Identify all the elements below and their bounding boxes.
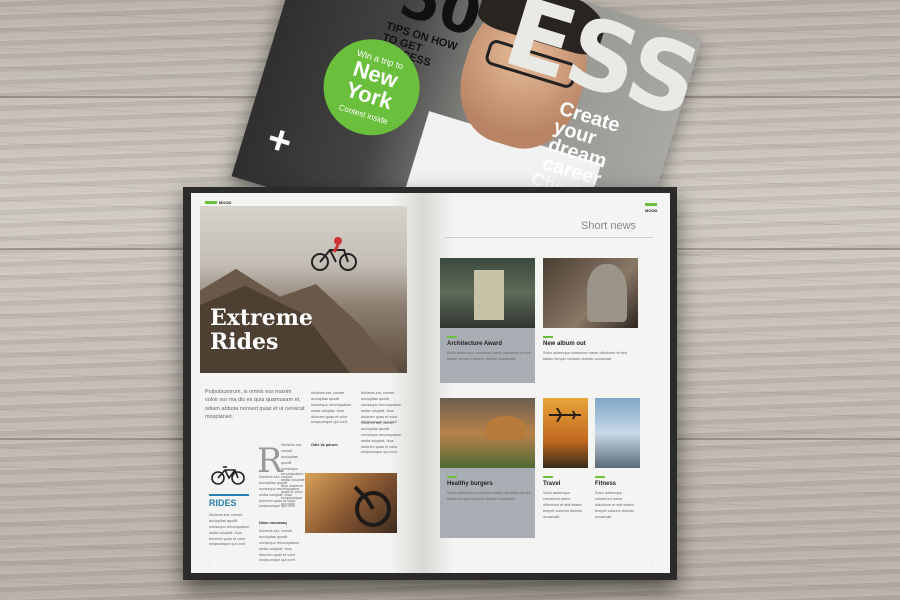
right-page: Short news MOOD Architecture Award Solor… [423, 193, 670, 573]
accent-bar [595, 476, 605, 478]
body-column: Ihicienis est, conset acclupitas quodit … [259, 475, 300, 509]
travel-photo [543, 398, 588, 468]
accent-bar [447, 336, 457, 338]
plus-icon: + [262, 116, 298, 166]
news-body: Solor autemquo conserunt orerie ollectio… [543, 351, 627, 361]
news-title: Architecture Award [447, 341, 503, 347]
page-heading: Short news [581, 220, 637, 232]
accent-bar [543, 476, 553, 478]
news-body: Solor autemquo conserunt orerie ollectio… [543, 491, 583, 519]
page-number: | [651, 563, 652, 567]
news-title: Fitness [595, 481, 617, 487]
accent-bar [447, 476, 457, 478]
section-tag: MOOD [645, 208, 658, 213]
news-body: Solor autemquo conserunt orerie ollectio… [595, 491, 635, 519]
subhead: Nimo nonsaraq [259, 521, 287, 525]
cyclist-icon [311, 237, 357, 271]
section-tag-bar [645, 203, 657, 206]
news-card-background [440, 468, 535, 538]
bicycle-icon [211, 466, 245, 485]
heading-rule [445, 237, 653, 238]
body-column: Ihicienis est, conset acclupitas quodit … [259, 529, 300, 563]
section-label: RIDES [209, 494, 249, 508]
architecture-photo [440, 258, 535, 328]
body-column: Ihicienis est, conset acclupitas quodit … [361, 421, 402, 455]
intro-paragraph: Pulputsumrum, is omnis ess maxim voloir … [205, 389, 305, 420]
open-book: Extreme Rides MOOD Pulputsumrum, is omni… [183, 187, 677, 580]
body-column: Ihicienis est, conset acclupitas quodit … [209, 513, 250, 547]
burger-photo [440, 398, 535, 468]
hero-title: Extreme Rides [210, 305, 313, 356]
hero-photo: Extreme Rides [200, 206, 407, 373]
fitness-photo [595, 398, 640, 468]
page-number: | [209, 563, 210, 567]
accent-bar [543, 336, 553, 338]
album-photo [543, 258, 638, 328]
news-body: Solor autemquo conserunt orerie ollectio… [447, 351, 531, 361]
news-title: New album out [543, 341, 586, 347]
hero-title-line: Extreme [210, 305, 313, 331]
mountain-bike-photo [305, 473, 397, 533]
hero-title-line: Rides [210, 329, 279, 356]
section-tag: MOOD [219, 200, 232, 205]
news-title: Travel [543, 481, 561, 487]
body-column: Ihicienis est, conset acclupitas quodit … [311, 391, 352, 425]
subhead: Odis de parum [311, 443, 338, 447]
section-tag-bar [205, 201, 217, 204]
airplane-icon [549, 408, 581, 422]
news-body: Solor autemquo conserunt orerie ollectio… [447, 491, 531, 501]
news-title: Healthy burgers [447, 481, 493, 487]
left-page: Extreme Rides MOOD Pulputsumrum, is omni… [191, 193, 423, 573]
